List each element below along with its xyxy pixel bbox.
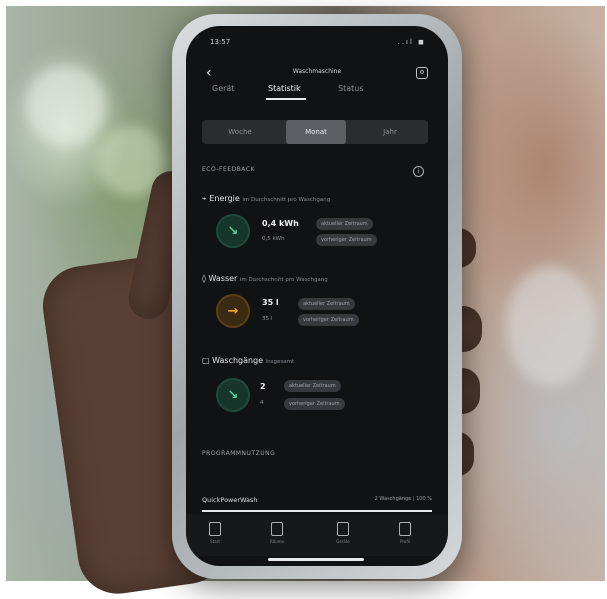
cycles-note: insgesamt [265, 359, 295, 365]
status-time: 13:57 [210, 38, 231, 46]
program-usage-fill [202, 510, 432, 512]
arrow-down-right-icon: ↘ [216, 378, 250, 412]
arrow-right-icon: → [216, 294, 250, 328]
app-header: ‹ Waschmaschine ⚙ [186, 65, 448, 86]
phone-screen: 13:57 ..ıl ◼ ‹ Waschmaschine ⚙ Gerät Sta… [186, 26, 448, 566]
nav-item-geraete[interactable]: Geräte [328, 522, 358, 544]
nav-label: Profil [400, 539, 410, 544]
water-value: 35 l [262, 298, 279, 307]
drop-icon: ◊ [202, 274, 206, 283]
home-icon [209, 522, 221, 536]
energy-previous-value: 0,5 kWh [262, 236, 285, 242]
status-icons: ..ıl ◼ [397, 38, 426, 46]
program-name: QuickPowerWash [202, 496, 258, 504]
cycles-heading: ▢ Waschgänge insgesamt [202, 356, 294, 365]
device-icon [337, 522, 349, 536]
program-usage-bar [202, 510, 432, 512]
cycles-previous-value: 4 [260, 400, 264, 406]
nav-item-raeume[interactable]: Räume [262, 522, 292, 544]
water-current-pill: aktueller Zeitraum [298, 298, 355, 310]
segment-monat[interactable]: Monat [286, 120, 346, 144]
home-indicator[interactable] [268, 558, 364, 561]
page-title: Waschmaschine [292, 68, 342, 75]
program-usage-row[interactable]: QuickPowerWash 2 Waschgänge | 100 % [202, 496, 432, 504]
cycle-icon: ▢ [202, 356, 210, 365]
cycles-current-pill: aktueller Zeitraum [284, 380, 341, 392]
water-label: Wasser [208, 274, 238, 283]
period-selector: Woche Monat Jahr [202, 120, 428, 144]
section-title-programs: PROGRAMMNUTZUNG [202, 450, 276, 457]
nav-label: Start [210, 539, 220, 544]
info-icon[interactable]: i [413, 166, 424, 177]
cycles-value: 2 [260, 382, 266, 391]
section-title-eco: ECO-FEEDBACK [202, 166, 255, 173]
settings-icon[interactable]: ⚙ [416, 67, 428, 79]
water-previous-value: 35 l [262, 316, 273, 322]
segment-jahr[interactable]: Jahr [354, 120, 426, 144]
bokeh-light [26, 66, 106, 146]
energy-value: 0,4 kWh [262, 219, 299, 228]
tab-geraet[interactable]: Gerät [212, 84, 234, 93]
tab-status[interactable]: Status [338, 84, 364, 93]
bokeh-light [506, 266, 596, 386]
profile-icon [399, 522, 411, 536]
cycles-previous-pill: vorheriger Zeitraum [284, 398, 345, 410]
water-heading: ◊ Wasser im Durchschnitt pro Waschgang [202, 274, 328, 283]
nav-item-start[interactable]: Start [200, 522, 230, 544]
tab-bar: Gerät Statistik Status [186, 84, 448, 104]
water-previous-pill: vorheriger Zeitraum [298, 314, 359, 326]
energy-current-pill: aktueller Zeitraum [316, 218, 373, 230]
room-icon [271, 522, 283, 536]
energy-heading: ⌁ Energie im Durchschnitt pro Waschgang [202, 194, 330, 203]
bottom-navigation: Start Räume Geräte Profil [186, 514, 448, 556]
nav-label: Geräte [336, 539, 350, 544]
bolt-icon: ⌁ [202, 194, 207, 203]
active-tab-indicator [266, 98, 306, 100]
arrow-down-right-icon: ↘ [216, 214, 250, 248]
energy-previous-pill: vorheriger Zeitraum [316, 234, 377, 246]
energy-label: Energie [209, 194, 240, 203]
energy-note: im Durchschnitt pro Waschgang [242, 197, 331, 203]
water-note: im Durchschnitt pro Waschgang [239, 277, 328, 283]
nav-label: Räume [269, 539, 285, 544]
nav-item-profil[interactable]: Profil [390, 522, 420, 544]
cycles-label: Waschgänge [212, 356, 264, 365]
segment-woche[interactable]: Woche [204, 120, 276, 144]
program-detail: 2 Waschgänge | 100 % [374, 496, 432, 502]
tab-statistik[interactable]: Statistik [268, 84, 301, 93]
